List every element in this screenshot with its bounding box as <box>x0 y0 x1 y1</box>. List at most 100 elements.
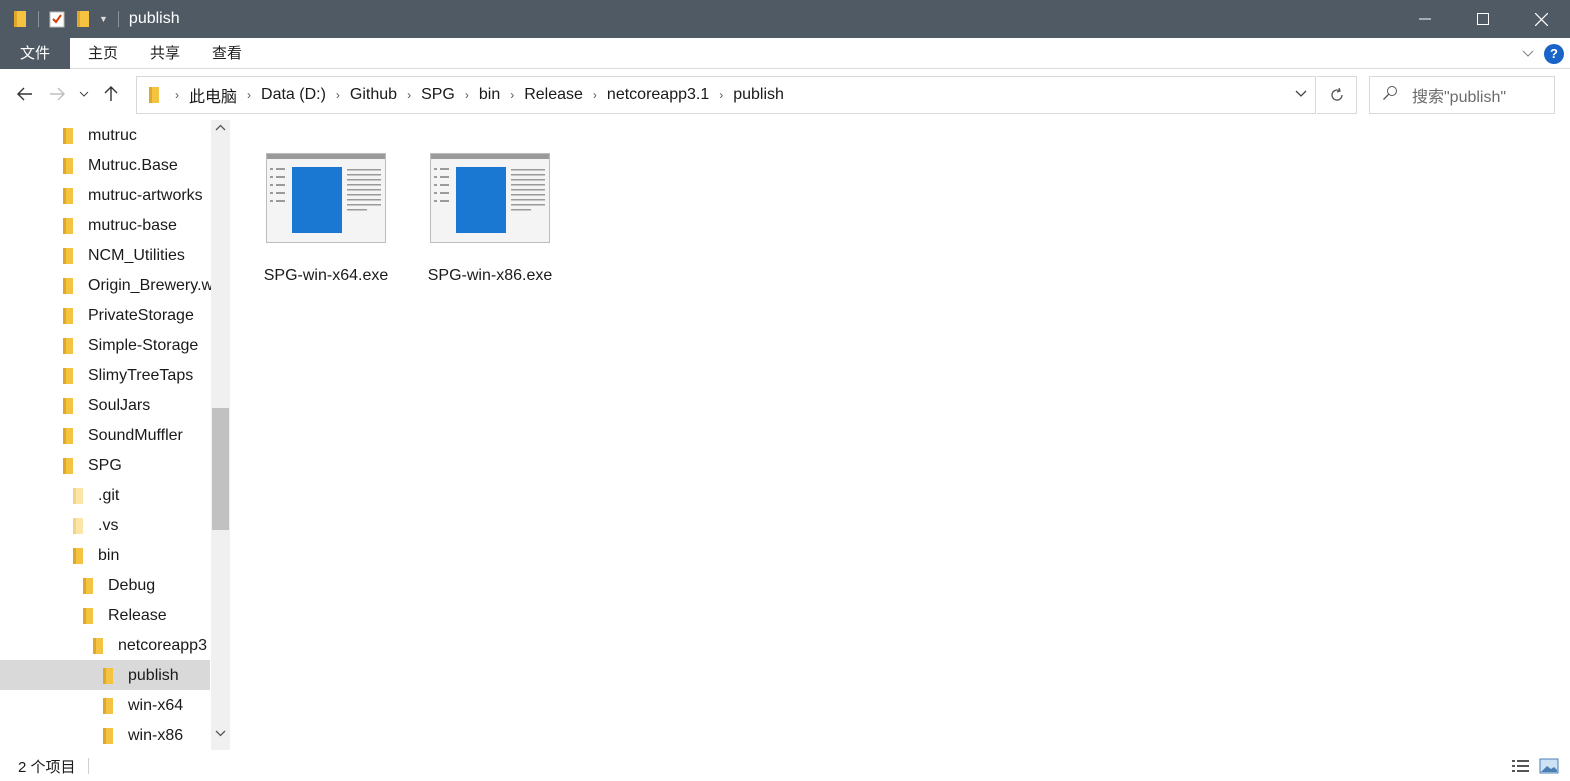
scroll-down-icon[interactable] <box>211 728 230 748</box>
folder-icon[interactable] <box>10 9 30 29</box>
breadcrumb-publish[interactable]: publish <box>733 86 784 104</box>
nav-item[interactable]: mutruc-artworks <box>62 181 203 211</box>
nav-item-label: .git <box>98 487 120 504</box>
nav-item-selected[interactable]: publish <box>102 661 179 691</box>
large-icons-view-button[interactable] <box>1538 756 1560 776</box>
tab-home[interactable]: 主页 <box>72 38 134 69</box>
search-input[interactable]: 搜索"publish" <box>1369 76 1555 114</box>
navigation-pane[interactable]: mutruc Mutruc.Base mutruc-artworks mutru… <box>0 120 212 750</box>
maximize-button[interactable] <box>1454 0 1512 38</box>
scrollbar-thumb[interactable] <box>212 408 229 530</box>
folder-icon <box>72 487 84 505</box>
nav-item[interactable]: netcoreapp3 <box>92 631 207 661</box>
nav-item[interactable]: SlimyTreeTaps <box>62 361 193 391</box>
nav-item[interactable]: mutruc <box>62 121 137 151</box>
nav-item[interactable]: .git <box>72 481 119 511</box>
chevron-right-icon[interactable]: › <box>465 88 469 102</box>
address-row: › 此电脑 › Data (D:) › Github › SPG › bin ›… <box>0 70 1570 118</box>
details-view-icon <box>1512 760 1529 772</box>
address-bar[interactable]: › 此电脑 › Data (D:) › Github › SPG › bin ›… <box>136 76 1316 114</box>
breadcrumb-this-pc[interactable]: 此电脑 <box>189 83 237 107</box>
help-icon[interactable]: ? <box>1544 43 1564 64</box>
breadcrumb-github[interactable]: Github <box>350 86 397 104</box>
chevron-right-icon[interactable]: › <box>510 88 514 102</box>
tab-file[interactable]: 文件 <box>0 37 70 69</box>
customize-toolbar-dropdown-icon[interactable]: ▼ <box>99 14 108 24</box>
scroll-up-icon[interactable] <box>211 122 230 142</box>
nav-item[interactable]: .vs <box>72 511 118 541</box>
nav-item[interactable]: PrivateStorage <box>62 301 194 331</box>
nav-item[interactable]: Mutruc.Base <box>62 151 178 181</box>
minimize-icon <box>1419 18 1431 20</box>
item-count: 2 个项目 <box>18 758 76 776</box>
chevron-right-icon[interactable]: › <box>407 88 411 102</box>
details-view-button[interactable] <box>1510 756 1532 776</box>
forward-button[interactable] <box>41 78 73 110</box>
nav-scrollbar[interactable] <box>211 120 230 750</box>
folder-icon <box>62 157 74 175</box>
file-name: SPG-win-x64.exe <box>263 267 389 284</box>
folder-icon <box>102 697 114 715</box>
refresh-icon <box>1330 87 1343 101</box>
folder-icon <box>62 307 74 325</box>
file-name: SPG-win-x86.exe <box>427 267 553 284</box>
back-button[interactable] <box>9 78 41 110</box>
nav-item-label: .vs <box>98 517 119 534</box>
up-button[interactable] <box>95 78 127 110</box>
nav-item[interactable]: Origin_Brewery.w <box>62 271 212 301</box>
folder-icon <box>62 427 74 445</box>
chevron-right-icon[interactable]: › <box>247 88 251 102</box>
chevron-right-icon[interactable]: › <box>719 88 723 102</box>
search-placeholder: 搜索"publish" <box>1412 89 1507 106</box>
nav-item[interactable]: SoulJars <box>62 391 150 421</box>
properties-icon[interactable] <box>47 9 67 29</box>
folder-icon <box>102 667 114 685</box>
file-item[interactable]: SPG-win-x64.exe <box>263 120 389 284</box>
expand-ribbon-chevron-icon[interactable] <box>1522 47 1534 61</box>
nav-item[interactable]: bin <box>72 541 119 571</box>
nav-item[interactable]: mutruc-base <box>62 211 177 241</box>
breadcrumb-spg[interactable]: SPG <box>421 86 455 104</box>
file-item[interactable]: SPG-win-x86.exe <box>427 120 553 284</box>
nav-item[interactable]: SoundMuffler <box>62 421 183 451</box>
nav-item-label: Release <box>108 607 167 624</box>
nav-item[interactable]: SPG <box>62 451 122 481</box>
tab-view[interactable]: 查看 <box>196 38 258 69</box>
nav-item[interactable]: NCM_Utilities <box>62 241 185 271</box>
recent-locations-button[interactable] <box>73 78 95 110</box>
folder-icon <box>92 637 104 655</box>
nav-item-label: bin <box>98 547 120 564</box>
folder-icon <box>72 517 84 535</box>
nav-item[interactable]: Release <box>82 601 167 631</box>
nav-item-label: publish <box>128 667 179 684</box>
refresh-button[interactable] <box>1317 76 1357 114</box>
close-button[interactable] <box>1512 0 1570 38</box>
chevron-right-icon[interactable]: › <box>175 88 179 102</box>
address-history-dropdown-icon[interactable] <box>1295 87 1307 101</box>
new-folder-icon[interactable] <box>73 9 93 29</box>
window-title: publish <box>128 10 180 27</box>
nav-item-label: netcoreapp3 <box>118 637 207 654</box>
nav-item-label: SlimyTreeTaps <box>88 367 194 384</box>
toolbar-separator <box>38 11 39 27</box>
breadcrumb-data-drive[interactable]: Data (D:) <box>261 86 326 104</box>
breadcrumb-netcoreapp[interactable]: netcoreapp3.1 <box>607 86 709 104</box>
nav-item[interactable]: win-x64 <box>102 691 183 721</box>
nav-item[interactable]: win-x86 <box>102 721 183 750</box>
folder-icon <box>62 337 74 355</box>
maximize-icon <box>1477 13 1489 25</box>
status-bar: 2 个项目 <box>0 751 1570 781</box>
breadcrumb-bin[interactable]: bin <box>479 86 500 104</box>
chevron-right-icon[interactable]: › <box>593 88 597 102</box>
chevron-right-icon[interactable]: › <box>336 88 340 102</box>
nav-item[interactable]: Simple-Storage <box>62 331 198 361</box>
application-icon <box>430 153 550 243</box>
nav-item[interactable]: Debug <box>82 571 155 601</box>
nav-item-label: win-x64 <box>128 697 184 714</box>
folder-icon <box>82 607 94 625</box>
minimize-button[interactable] <box>1396 0 1454 38</box>
file-list[interactable]: SPG-win-x64.exe SPG-win-x86.exe <box>232 120 1570 750</box>
tab-share[interactable]: 共享 <box>134 38 196 69</box>
breadcrumb-release[interactable]: Release <box>524 86 583 104</box>
nav-item-label: mutruc <box>88 127 137 144</box>
